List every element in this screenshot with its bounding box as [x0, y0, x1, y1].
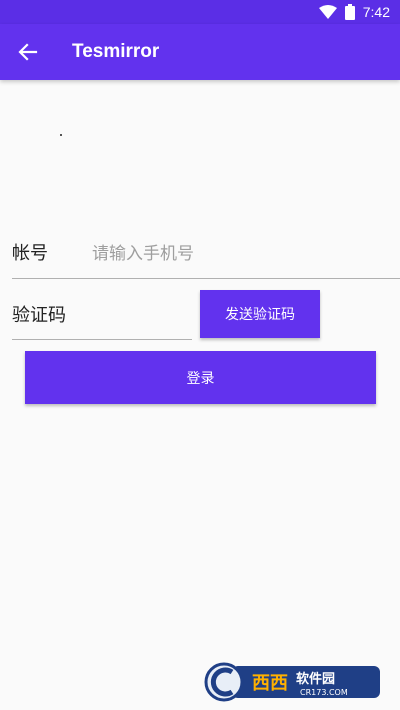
account-field-row: 帐号	[12, 230, 400, 279]
code-field-row: 验证码	[12, 292, 192, 340]
status-time: 7:42	[362, 4, 390, 20]
image-placeholder	[60, 134, 62, 136]
arrow-back-icon	[18, 42, 38, 62]
status-icons: 7:42	[318, 3, 390, 21]
code-label: 验证码	[12, 305, 66, 326]
wifi-icon	[318, 5, 337, 19]
watermark-logo: 西西 软件园 CR173.COM	[202, 658, 382, 702]
phone-input[interactable]	[92, 238, 392, 270]
app-bar: Tesmirror	[0, 24, 400, 80]
login-button[interactable]: 登录	[25, 351, 376, 404]
code-input[interactable]	[98, 300, 188, 332]
svg-text:软件园: 软件园	[296, 671, 335, 687]
status-bar: 7:42	[0, 0, 400, 24]
app-title: Tesmirror	[72, 41, 160, 62]
svg-text:西西: 西西	[252, 673, 288, 694]
svg-text:CR173.COM: CR173.COM	[300, 688, 348, 697]
account-label: 帐号	[12, 243, 48, 264]
back-button[interactable]	[12, 36, 44, 68]
battery-icon	[344, 4, 355, 20]
send-code-button[interactable]: 发送验证码	[200, 290, 320, 338]
